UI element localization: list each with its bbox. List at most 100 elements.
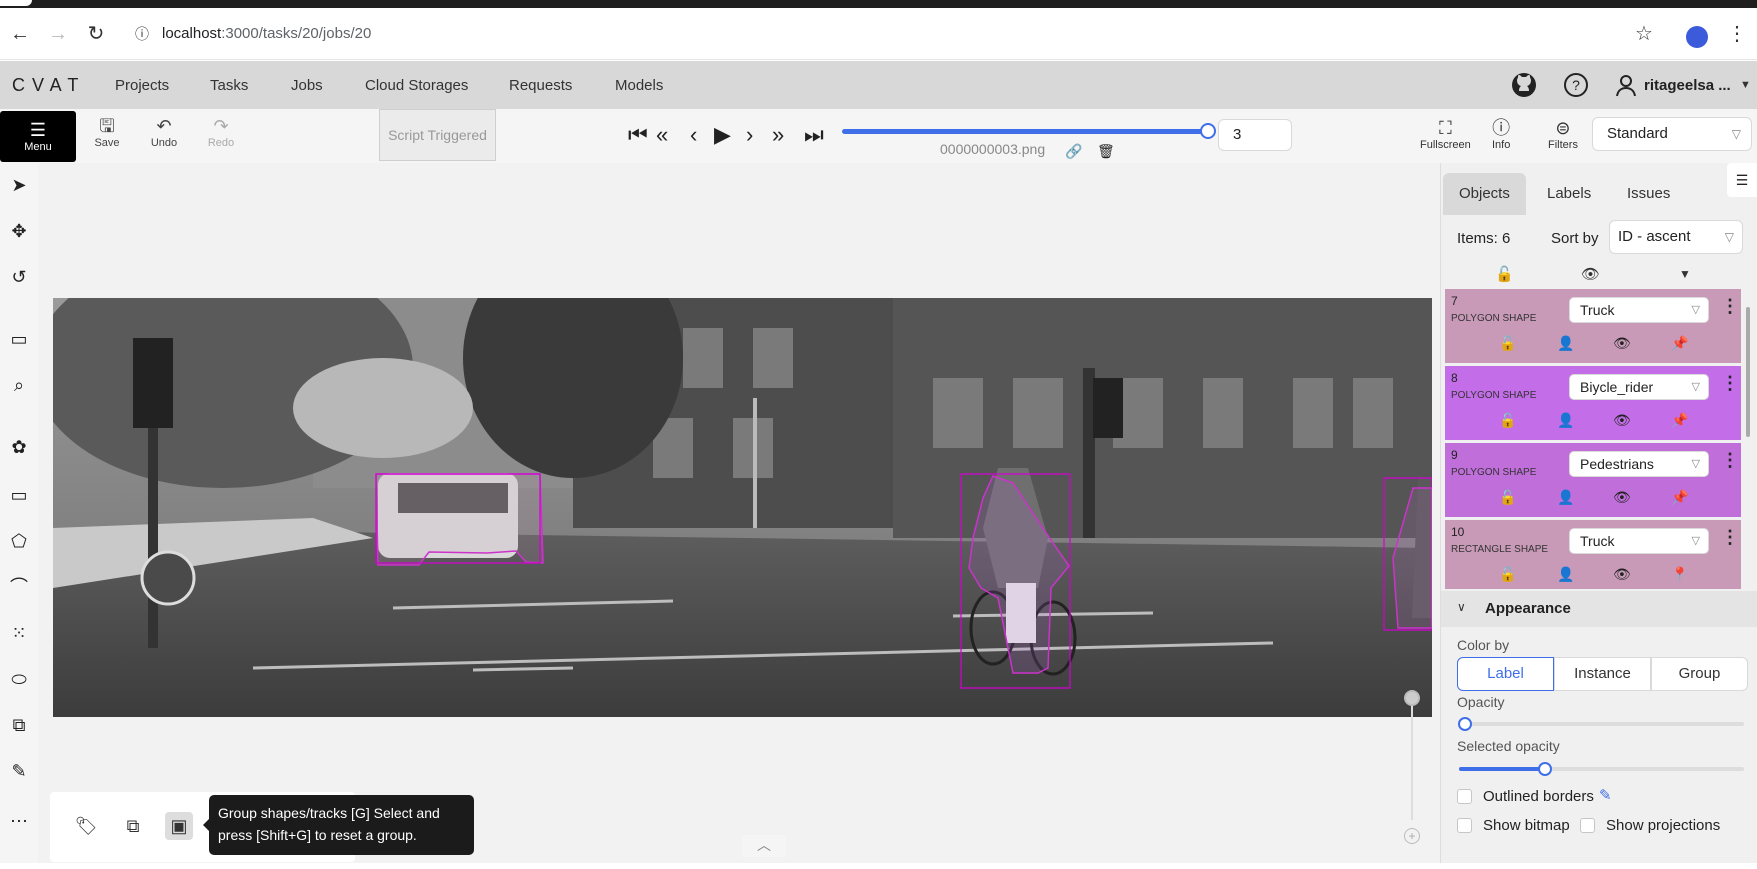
user-dropdown-caret-icon[interactable]: ▼ bbox=[1740, 79, 1751, 91]
color-picker-icon[interactable]: ✎ bbox=[1599, 786, 1612, 804]
collapse-sidebar-icon[interactable]: ☰ bbox=[1727, 163, 1757, 197]
object-more-icon[interactable]: ⋮ bbox=[1721, 450, 1739, 471]
object-card-10[interactable]: 10 RECTANGLE SHAPE Truck ▽ ⋮ 🔓 👤 👁 📍 bbox=[1445, 520, 1741, 589]
reload-icon[interactable]: ↻ bbox=[84, 22, 108, 46]
user-icon[interactable] bbox=[1612, 71, 1640, 99]
username[interactable]: ritageelsa ... bbox=[1644, 77, 1731, 94]
copy-link-icon[interactable]: 🔗 bbox=[1065, 137, 1082, 165]
last-frame-icon[interactable]: ⏭ bbox=[804, 121, 824, 149]
site-info-icon[interactable]: ⓘ bbox=[130, 22, 154, 46]
visibility-icon[interactable]: 👁 bbox=[1613, 489, 1631, 506]
color-by-instance-option[interactable]: Instance bbox=[1554, 657, 1651, 691]
script-triggered-button[interactable]: Script Triggered bbox=[379, 109, 496, 161]
object-label-select[interactable]: Pedestrians ▽ bbox=[1569, 451, 1709, 477]
show-projections-checkbox[interactable] bbox=[1580, 818, 1595, 833]
draw-polygon-icon[interactable]: ⬠ bbox=[7, 529, 31, 553]
nav-cloud-storages[interactable]: Cloud Storages bbox=[365, 77, 468, 94]
fullscreen-button[interactable]: ⛶ Fullscreen bbox=[1420, 117, 1471, 151]
scrollbar-thumb[interactable] bbox=[1746, 307, 1750, 437]
nav-models[interactable]: Models bbox=[615, 77, 663, 94]
brush-icon[interactable]: ✎ bbox=[7, 759, 31, 783]
object-more-icon[interactable]: ⋮ bbox=[1721, 527, 1739, 548]
group-shapes-icon[interactable]: ▣ bbox=[165, 812, 193, 840]
draw-points-icon[interactable]: ⁙ bbox=[7, 621, 31, 645]
show-bitmap-checkbox[interactable] bbox=[1457, 818, 1472, 833]
object-more-icon[interactable]: ⋮ bbox=[1721, 373, 1739, 394]
objects-scrollbar[interactable] bbox=[1743, 297, 1753, 597]
zoom-slider-handle[interactable] bbox=[1404, 690, 1420, 706]
draw-ellipse-icon[interactable]: ⬭ bbox=[7, 667, 31, 691]
draw-polyline-icon[interactable]: ⌒ bbox=[7, 575, 31, 599]
object-more-icon[interactable]: ⋮ bbox=[1721, 296, 1739, 317]
color-by-group-option[interactable]: Group bbox=[1651, 657, 1748, 691]
lock-icon[interactable]: 🔓 bbox=[1499, 489, 1516, 506]
merge-shapes-icon[interactable]: ⧉ bbox=[119, 812, 147, 840]
tab-labels[interactable]: Labels bbox=[1531, 173, 1607, 215]
frame-slider-track[interactable] bbox=[842, 129, 1208, 134]
occluded-icon[interactable]: 👤 bbox=[1557, 566, 1574, 583]
opacity-slider-track[interactable] bbox=[1459, 722, 1744, 726]
opacity-slider-handle[interactable] bbox=[1458, 717, 1472, 731]
sort-select[interactable]: ID - ascent ▽ bbox=[1609, 220, 1743, 254]
info-button[interactable]: ⓘ Info bbox=[1492, 117, 1510, 151]
more-tools-icon[interactable]: ⋯ bbox=[7, 809, 31, 833]
zoom-region-icon[interactable]: ⌕ bbox=[7, 373, 31, 397]
delete-frame-icon[interactable]: 🗑 bbox=[1097, 137, 1115, 165]
rotate-icon[interactable]: ↺ bbox=[7, 265, 31, 289]
tab-issues[interactable]: Issues bbox=[1611, 173, 1686, 215]
lock-icon[interactable]: 🔓 bbox=[1499, 335, 1516, 352]
bookmark-star-icon[interactable]: ☆ bbox=[1632, 22, 1656, 46]
object-label-select[interactable]: Biycle_rider ▽ bbox=[1569, 374, 1709, 400]
pin-icon[interactable]: 📌 bbox=[1671, 335, 1688, 352]
fast-backward-icon[interactable]: « bbox=[656, 121, 668, 149]
fast-forward-icon[interactable]: » bbox=[772, 121, 784, 149]
save-button[interactable]: 🖫 Save bbox=[85, 115, 129, 149]
next-frame-icon[interactable]: › bbox=[746, 121, 753, 149]
object-card-9[interactable]: 9 POLYGON SHAPE Pedestrians ▽ ⋮ 🔓 👤 👁 📌 bbox=[1445, 443, 1741, 517]
color-by-label-option[interactable]: Label bbox=[1457, 657, 1554, 691]
back-icon[interactable]: ← bbox=[8, 22, 32, 46]
ai-tools-icon[interactable]: ✿ bbox=[7, 435, 31, 459]
appearance-header[interactable]: ∨ Appearance bbox=[1441, 591, 1757, 627]
object-card-8[interactable]: 8 POLYGON SHAPE Biycle_rider ▽ ⋮ 🔓 👤 👁 📌 bbox=[1445, 366, 1741, 440]
occluded-icon[interactable]: 👤 bbox=[1557, 412, 1574, 429]
help-icon[interactable]: ? bbox=[1562, 71, 1590, 99]
hide-all-icon[interactable]: 👁 bbox=[1581, 265, 1600, 283]
pin-icon[interactable]: 📌 bbox=[1671, 489, 1688, 506]
pin-outline-icon[interactable]: 📍 bbox=[1671, 566, 1688, 583]
nav-requests[interactable]: Requests bbox=[509, 77, 572, 94]
cursor-icon[interactable]: ➤ bbox=[7, 173, 31, 197]
selected-opacity-slider-handle[interactable] bbox=[1538, 762, 1552, 776]
browser-profile-avatar[interactable] bbox=[1686, 26, 1708, 48]
filters-button[interactable]: ⊜ Filters bbox=[1548, 117, 1578, 151]
lock-all-icon[interactable]: 🔓 bbox=[1495, 265, 1514, 283]
zoom-in-icon[interactable]: + bbox=[1404, 828, 1420, 844]
frame-slider-handle[interactable] bbox=[1200, 123, 1216, 139]
tab-objects[interactable]: Objects bbox=[1443, 173, 1526, 215]
occluded-icon[interactable]: 👤 bbox=[1557, 489, 1574, 506]
expand-all-icon[interactable]: ▼ bbox=[1679, 267, 1691, 281]
draw-rectangle-icon[interactable]: ▭ bbox=[7, 483, 31, 507]
nav-tasks[interactable]: Tasks bbox=[210, 77, 248, 94]
cvat-logo[interactable]: CVAT bbox=[12, 75, 85, 96]
url-text[interactable]: localhost:3000/tasks/20/jobs/20 bbox=[162, 25, 371, 42]
move-icon[interactable]: ✥ bbox=[7, 219, 31, 243]
zoom-slider[interactable] bbox=[1400, 690, 1424, 830]
github-icon[interactable] bbox=[1510, 71, 1538, 99]
redo-button[interactable]: ↷ Redo bbox=[199, 115, 243, 149]
object-label-select[interactable]: Truck ▽ bbox=[1569, 297, 1709, 323]
object-label-select[interactable]: Truck ▽ bbox=[1569, 528, 1709, 554]
pin-icon[interactable]: 📌 bbox=[1671, 412, 1688, 429]
previous-frame-icon[interactable]: ‹ bbox=[690, 121, 697, 149]
forward-icon[interactable]: → bbox=[46, 22, 70, 46]
fit-image-icon[interactable]: ▭ bbox=[7, 327, 31, 351]
nav-projects[interactable]: Projects bbox=[115, 77, 169, 94]
visibility-icon[interactable]: 👁 bbox=[1613, 412, 1631, 429]
draw-cuboid-icon[interactable]: ⧉ bbox=[7, 713, 31, 737]
outlined-borders-checkbox[interactable] bbox=[1457, 789, 1472, 804]
play-icon[interactable]: ▶ bbox=[714, 121, 731, 149]
workspace-select[interactable]: Standard ▽ bbox=[1592, 117, 1752, 151]
expand-panel-icon[interactable]: ︿ bbox=[742, 835, 786, 857]
object-card-7[interactable]: 7 POLYGON SHAPE Truck ▽ ⋮ 🔓 👤 👁 📌 bbox=[1445, 289, 1741, 363]
browser-menu-icon[interactable]: ⋮ bbox=[1725, 22, 1749, 46]
